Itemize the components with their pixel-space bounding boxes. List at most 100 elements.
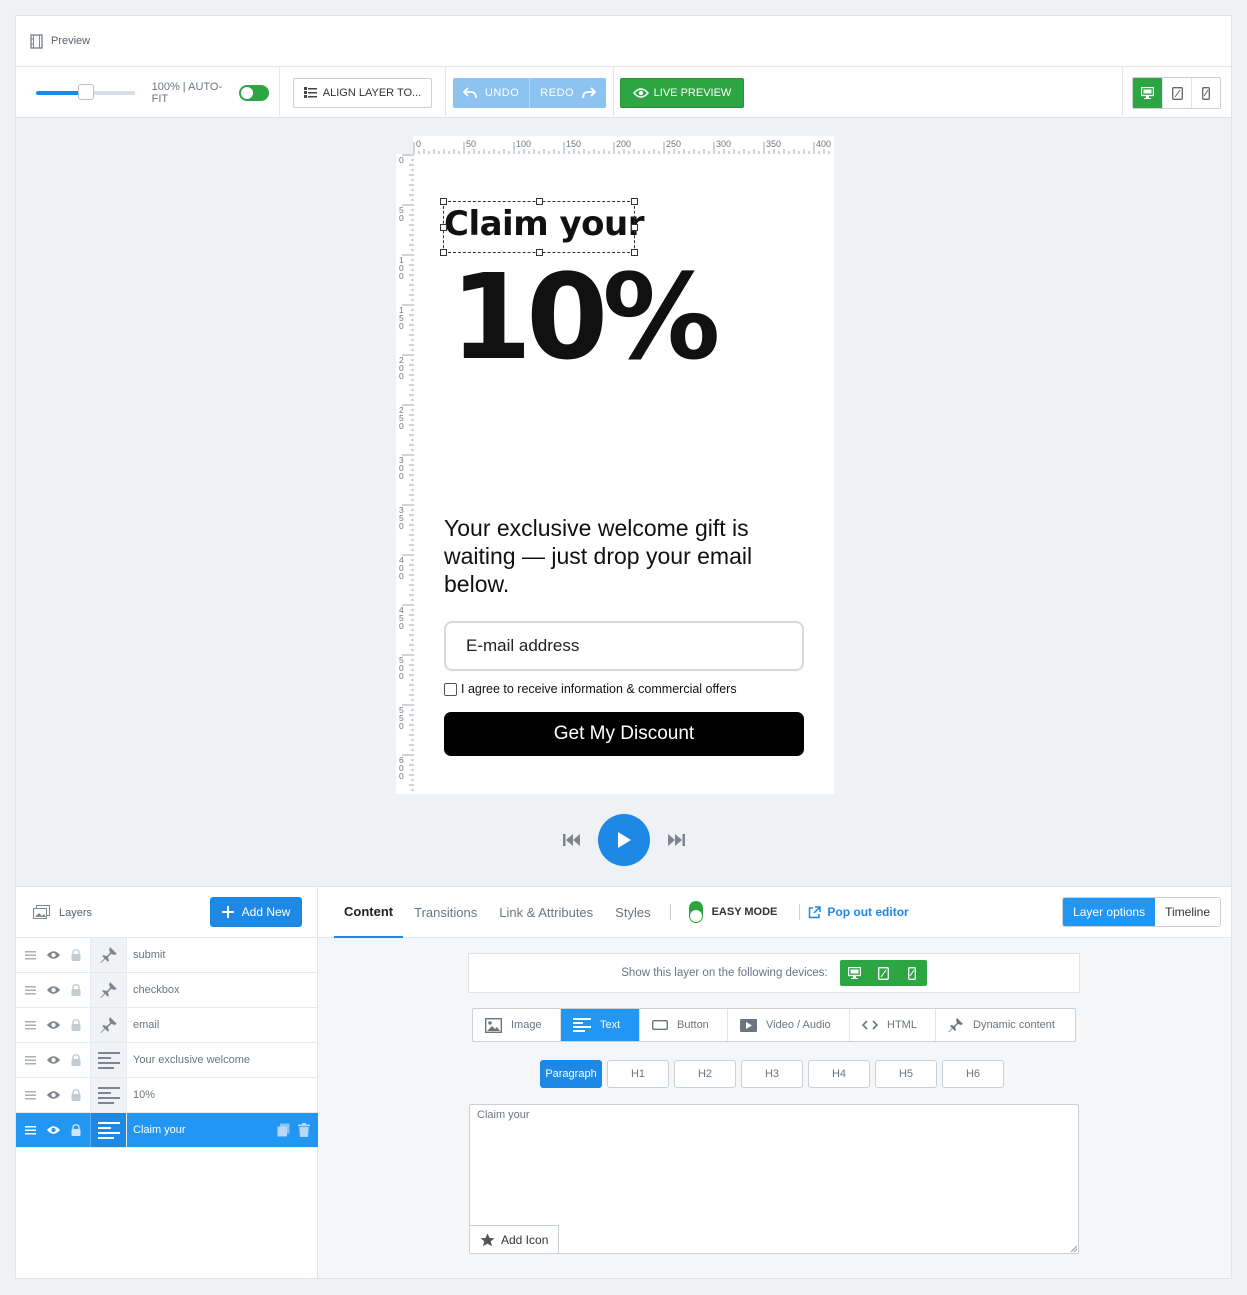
redo-button[interactable]: REDO [529,77,607,108]
align-section: ALIGN LAYER TO... [280,67,446,118]
type-dynamic-content-button[interactable]: Dynamic content [935,1009,1075,1041]
add-icon-button[interactable]: Add Icon [470,1225,560,1253]
layers-header: Layers Add New [16,887,317,938]
layer-tablet-toggle[interactable] [869,960,898,986]
align-layer-button[interactable]: ALIGN LAYER TO... [292,77,433,108]
resize-handle-nw[interactable] [440,198,447,205]
easy-mode-toggle[interactable]: EASY MODE [679,901,777,923]
type-video-audio-button[interactable]: Video / Audio [727,1009,849,1041]
ruler-tick-label: 300 [716,139,731,149]
pop-out-editor-link[interactable]: Pop out editor [808,905,909,919]
redo-icon [582,86,597,98]
desktop-view-button[interactable] [1133,78,1162,108]
tabs-divider-2 [799,904,801,920]
selection-box[interactable] [440,198,638,256]
layer-mobile-toggle[interactable] [898,960,927,986]
heading-h4-button[interactable]: H4 [808,1060,870,1088]
heading-h2-button[interactable]: H2 [674,1060,736,1088]
visibility-eye-icon[interactable] [46,1020,61,1030]
ruler-tick-label: 600 [399,755,404,781]
play-button[interactable] [598,814,650,866]
discount-percent-text[interactable]: 10% [450,258,720,376]
heading-h5-button[interactable]: H5 [875,1060,937,1088]
lock-icon[interactable] [71,1054,81,1066]
live-preview-button[interactable]: LIVE PREVIEW [619,77,745,108]
resize-handle-sw[interactable] [440,249,447,256]
resize-handle-n[interactable] [536,198,543,205]
layer-row[interactable]: Your exclusive welcome [16,1043,318,1078]
layer-desktop-toggle[interactable] [840,960,869,986]
heading-h1-button[interactable]: H1 [607,1060,669,1088]
layer-controls [16,973,91,1007]
heading-h6-button[interactable]: H6 [942,1060,1004,1088]
ruler-tick-label: 100 [399,255,404,281]
drag-handle-icon[interactable] [25,950,36,960]
type-text-button[interactable]: Text [560,1009,639,1041]
layer-row[interactable]: checkbox [16,973,318,1008]
drag-handle-icon[interactable] [25,985,36,995]
layer-options-button[interactable]: Layer options [1063,898,1156,926]
type-image-button[interactable]: Image [473,1009,560,1041]
resize-handle-ne[interactable] [631,198,638,205]
submit-button[interactable]: Get My Discount [444,712,804,756]
tablet-icon [1171,86,1183,100]
trash-icon[interactable] [298,1123,310,1137]
resize-handle-e[interactable] [631,224,638,231]
description-text[interactable]: Your exclusive welcome gift is waiting —… [444,514,804,598]
tablet-icon [877,966,889,980]
add-new-layer-button[interactable]: Add New [210,897,302,927]
visibility-eye-icon[interactable] [46,1125,61,1135]
skip-forward-icon[interactable] [666,833,686,847]
lock-icon[interactable] [71,1124,81,1136]
autofit-toggle[interactable] [239,84,269,101]
tab-link-attributes[interactable]: Link & Attributes [488,887,604,938]
ruler-tick-label: 150 [399,305,404,331]
heading-paragraph-button[interactable]: Paragraph [540,1060,602,1088]
heading-h3-button[interactable]: H3 [741,1060,803,1088]
resize-handle-w[interactable] [440,224,447,231]
plus-icon [221,906,234,918]
lock-icon[interactable] [71,1019,81,1031]
button-shape-icon [652,1020,668,1030]
tab-content[interactable]: Content [334,887,404,938]
drag-handle-icon[interactable] [25,1125,36,1135]
easy-mode-switch[interactable] [688,901,703,923]
lock-icon[interactable] [71,1089,81,1101]
duplicate-icon[interactable] [277,1123,290,1137]
layer-text-editor[interactable]: Claim your Add Icon [469,1104,1079,1254]
layer-editor: Content Transitions Link & Attributes St… [318,887,1231,1278]
resize-grip-icon[interactable] [1070,1245,1077,1252]
add-new-label: Add New [241,905,291,919]
layer-controls [16,938,91,972]
layer-row[interactable]: 10% [16,1078,318,1113]
layers-title: Layers [59,907,93,919]
desktop-icon [1141,87,1154,99]
layer-row[interactable]: email [16,1008,318,1043]
visibility-eye-icon[interactable] [46,1055,61,1065]
drag-handle-icon[interactable] [25,1055,36,1065]
lock-icon[interactable] [71,949,81,961]
undo-button[interactable]: UNDO [452,77,530,108]
visibility-eye-icon[interactable] [46,950,61,960]
visibility-eye-icon[interactable] [46,1090,61,1100]
lock-icon[interactable] [71,984,81,996]
drag-handle-icon[interactable] [25,1020,36,1030]
visibility-eye-icon[interactable] [46,985,61,995]
email-field[interactable]: E-mail address [444,621,804,671]
skip-back-icon[interactable] [562,833,582,847]
type-button-button[interactable]: Button [639,1009,727,1041]
type-html-button[interactable]: HTML [849,1009,935,1041]
consent-checkbox[interactable] [444,682,457,696]
zoom-slider-handle[interactable] [78,83,94,100]
tab-styles[interactable]: Styles [604,887,661,938]
zoom-label: 100% | AUTO-FIT [151,80,223,105]
consent-checkbox-row[interactable]: I agree to receive information & commerc… [444,682,737,696]
tab-transitions[interactable]: Transitions [403,887,488,938]
zoom-slider[interactable] [36,83,135,100]
mobile-view-button[interactable] [1191,78,1220,108]
layer-row[interactable]: Claim your [16,1113,318,1148]
timeline-button[interactable]: Timeline [1155,898,1220,926]
tablet-view-button[interactable] [1162,78,1191,108]
layer-row[interactable]: submit [16,938,318,973]
drag-handle-icon[interactable] [25,1090,36,1100]
